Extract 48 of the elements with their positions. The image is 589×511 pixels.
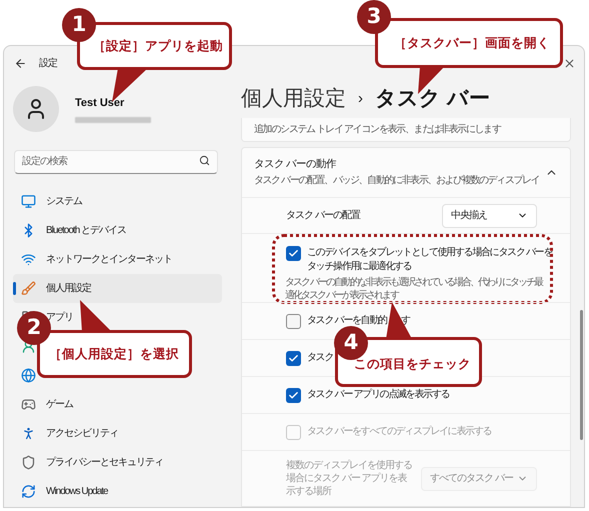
checkbox-label: タスク バーをすべてのディスプレイに表示する (307, 424, 492, 438)
checkbox-label: タスク バーを自動的 (307, 314, 387, 328)
update-icon (21, 484, 36, 499)
sidebar-item[interactable]: プライバシーとセキュリティ (46, 455, 163, 470)
checkbox[interactable] (286, 246, 301, 261)
selection-indicator (13, 282, 16, 295)
check-icon (288, 390, 299, 400)
monitor-icon (21, 194, 36, 209)
close-icon[interactable] (563, 56, 576, 70)
setting-label: 複数のディスプレイを使用する場合にタスク バー アプリを表示する場所 (286, 459, 413, 498)
checkbox[interactable] (286, 350, 301, 366)
sidebar-item[interactable]: アクセシビリティ (46, 426, 118, 441)
search-field[interactable]: 設定の検索 (14, 150, 218, 174)
breadcrumb-separator: › (358, 88, 363, 109)
sidebar-item-selected[interactable]: 個人用設定 (13, 274, 222, 303)
window-title: 設定 (39, 56, 57, 70)
scrollbar-thumb[interactable] (580, 310, 583, 440)
dropdown[interactable]: 中央揃え (442, 204, 537, 228)
checkbox[interactable] (286, 314, 301, 328)
page-title: タスク バー (375, 86, 490, 112)
checkbox-label: す (400, 314, 410, 328)
section-header[interactable]: タスク バーの動作 タスク バーの配置、バッジ、自動的に非表示、および複数のディスプレイ (242, 148, 570, 197)
shield-icon (21, 455, 36, 470)
back-icon[interactable] (14, 56, 27, 70)
section-title: タスク バーの動作 (254, 157, 338, 172)
breadcrumb-parent[interactable]: 個人用設定 (241, 83, 346, 115)
setting-label: タスク バーの配置 (286, 209, 360, 222)
accessibility-icon (21, 426, 36, 441)
sidebar-item[interactable]: ゲーム (46, 397, 73, 412)
section-subtitle: タスク バーの配置、バッジ、自動的に非表示、および複数のディスプレイ (254, 174, 540, 188)
sidebar-item[interactable]: システム (46, 194, 82, 209)
brush-icon (21, 281, 36, 296)
checkbox[interactable] (286, 388, 301, 402)
user-name: Test User (75, 96, 126, 112)
gamepad-icon (21, 397, 36, 412)
check-icon (288, 248, 299, 259)
sidebar-item[interactable]: Bluetooth とデバイス (46, 223, 126, 238)
check-icon (288, 352, 299, 364)
sidebar-item[interactable]: ネットワークとインターネット (46, 252, 172, 267)
wifi-icon (21, 252, 36, 267)
sidebar-item[interactable]: 個人用設定 (46, 281, 91, 296)
search-icon (199, 155, 210, 166)
card-subtitle: 追加のシステム トレイ アイコンを表示、または非表示にします (254, 122, 501, 137)
checkbox-label: タスク バー アプリの点滅を表示する (307, 388, 450, 402)
checkbox-label: このデバイスをタブレットとして使用する場合にタスク バーをタッチ操作用に最適化する (307, 246, 554, 274)
sidebar-item[interactable]: Windows Update (46, 484, 108, 499)
checkbox-label: タスク (307, 350, 334, 364)
setting-description: タスク バーの自動的な非表示も選択されている場合、代わりにタッチ最適化タスク バーが表示されます (285, 276, 544, 302)
